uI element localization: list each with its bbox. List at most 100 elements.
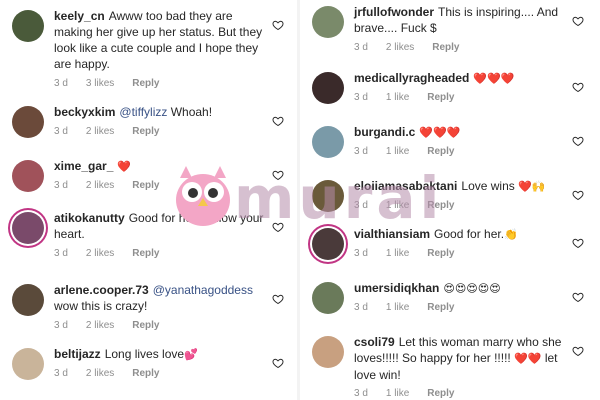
avatar[interactable] bbox=[12, 10, 44, 42]
likes-count[interactable]: 1 like bbox=[386, 248, 409, 259]
avatar[interactable] bbox=[12, 284, 44, 316]
emoji: ❤️❤️❤️ bbox=[419, 126, 461, 139]
like-heart-icon[interactable] bbox=[272, 356, 284, 369]
reply-button[interactable]: Reply bbox=[432, 42, 459, 53]
comment-time: 3 d bbox=[54, 248, 68, 259]
comment-text: Good for her. bbox=[434, 227, 505, 241]
comment-time: 3 d bbox=[54, 368, 68, 379]
likes-count[interactable]: 2 likes bbox=[86, 248, 114, 259]
likes-count[interactable]: 1 like bbox=[386, 302, 409, 313]
like-heart-icon[interactable] bbox=[572, 344, 584, 357]
likes-count[interactable]: 1 like bbox=[386, 92, 409, 103]
avatar[interactable] bbox=[12, 212, 44, 244]
comment-time: 3 d bbox=[354, 146, 368, 157]
comment-meta: 3 d 1 like Reply bbox=[354, 388, 473, 399]
like-heart-icon[interactable] bbox=[572, 134, 584, 147]
comment-time: 3 d bbox=[354, 302, 368, 313]
comment-username[interactable]: xime_gar_ bbox=[54, 159, 113, 173]
comment-meta: 3 d 2 likes Reply bbox=[54, 368, 178, 379]
comment-username[interactable]: keely_cn bbox=[54, 9, 105, 23]
likes-count[interactable]: 2 likes bbox=[386, 42, 414, 53]
avatar[interactable] bbox=[12, 106, 44, 138]
likes-count[interactable]: 1 like bbox=[386, 146, 409, 157]
comment-username[interactable]: umersidiqkhan bbox=[354, 281, 439, 295]
comment-meta: 3 d 1 like Reply bbox=[354, 248, 473, 259]
reply-button[interactable]: Reply bbox=[132, 126, 159, 137]
mention-link[interactable]: @yanathagoddess bbox=[153, 283, 253, 297]
comment-text: Long lives love bbox=[104, 347, 185, 361]
comment-time: 3 d bbox=[54, 180, 68, 191]
avatar[interactable] bbox=[312, 336, 344, 368]
reply-button[interactable]: Reply bbox=[427, 388, 454, 399]
reply-button[interactable]: Reply bbox=[132, 368, 159, 379]
comment-username[interactable]: burgandi.c bbox=[354, 125, 415, 139]
emoji: ❤️❤️ bbox=[514, 352, 542, 365]
comment-body: csoli79 Let this woman marry who she love… bbox=[354, 334, 572, 383]
owl-logo-icon bbox=[176, 166, 230, 226]
comment-meta: 3 d 3 likes Reply bbox=[54, 78, 178, 89]
comment-time: 3 d bbox=[354, 248, 368, 259]
reply-button[interactable]: Reply bbox=[427, 146, 454, 157]
comment-username[interactable]: beckyxkim bbox=[54, 105, 115, 119]
comment-username[interactable]: csoli79 bbox=[354, 335, 395, 349]
emoji: 😍😍😍😍😍 bbox=[443, 282, 501, 295]
avatar[interactable] bbox=[12, 160, 44, 192]
like-heart-icon[interactable] bbox=[272, 292, 284, 305]
avatar[interactable] bbox=[312, 282, 344, 314]
emoji: ❤️ bbox=[117, 160, 132, 173]
comment-body: beltijazz Long lives love💕 bbox=[54, 346, 272, 363]
likes-count[interactable]: 1 like bbox=[386, 388, 409, 399]
watermark: murai bbox=[172, 162, 439, 232]
avatar[interactable] bbox=[312, 6, 344, 38]
likes-count[interactable]: 2 likes bbox=[86, 320, 114, 331]
comment-time: 3 d bbox=[354, 92, 368, 103]
reply-button[interactable]: Reply bbox=[132, 180, 159, 191]
comment-body: jrfullofwonder This is inspiring.... And … bbox=[354, 4, 572, 36]
comment-username[interactable]: arlene.cooper.73 bbox=[54, 283, 149, 297]
reply-button[interactable]: Reply bbox=[427, 92, 454, 103]
like-heart-icon[interactable] bbox=[272, 114, 284, 127]
reply-button[interactable]: Reply bbox=[132, 248, 159, 259]
avatar[interactable] bbox=[312, 228, 344, 260]
like-heart-icon[interactable] bbox=[572, 80, 584, 93]
like-heart-icon[interactable] bbox=[572, 188, 584, 201]
comment-meta: 3 d 1 like Reply bbox=[354, 146, 473, 157]
emoji: ❤️🙌 bbox=[518, 180, 546, 193]
comment-meta: 3 d 1 like Reply bbox=[354, 92, 473, 103]
comment-body: arlene.cooper.73 @yanathagoddess wow this… bbox=[54, 282, 272, 314]
watermark-text: murai bbox=[234, 164, 444, 232]
like-heart-icon[interactable] bbox=[572, 236, 584, 249]
comment-time: 3 d bbox=[54, 126, 68, 137]
comment-meta: 3 d 2 likes Reply bbox=[54, 180, 178, 191]
comment-username[interactable]: beltijazz bbox=[54, 347, 101, 361]
likes-count[interactable]: 2 likes bbox=[86, 180, 114, 191]
comment-username[interactable]: atikokanutty bbox=[54, 211, 125, 225]
comment-meta: 3 d 2 likes Reply bbox=[54, 320, 178, 331]
like-heart-icon[interactable] bbox=[572, 14, 584, 27]
comment-text: Love wins bbox=[461, 179, 519, 193]
comment-text: wow this is crazy! bbox=[54, 299, 148, 313]
avatar[interactable] bbox=[312, 72, 344, 104]
reply-button[interactable]: Reply bbox=[427, 248, 454, 259]
comment-username[interactable]: jrfullofwonder bbox=[354, 5, 434, 19]
comment-body: keely_cn Awww too bad they are making her… bbox=[54, 8, 272, 72]
comment-meta: 3 d 2 likes Reply bbox=[54, 126, 178, 137]
comment-meta: 3 d 2 likes Reply bbox=[354, 42, 478, 53]
reply-button[interactable]: Reply bbox=[427, 302, 454, 313]
avatar[interactable] bbox=[312, 126, 344, 158]
comment-meta: 3 d 2 likes Reply bbox=[54, 248, 178, 259]
comment-body: beckyxkim @tiffylizz Whoah! bbox=[54, 104, 272, 120]
reply-button[interactable]: Reply bbox=[132, 78, 159, 89]
like-heart-icon[interactable] bbox=[572, 290, 584, 303]
like-heart-icon[interactable] bbox=[272, 18, 284, 31]
comment-username[interactable]: medicallyragheaded bbox=[354, 71, 469, 85]
mention-link[interactable]: @tiffylizz bbox=[119, 105, 167, 119]
avatar[interactable] bbox=[12, 348, 44, 380]
emoji: 💕 bbox=[184, 348, 198, 361]
reply-button[interactable]: Reply bbox=[132, 320, 159, 331]
likes-count[interactable]: 2 likes bbox=[86, 126, 114, 137]
comment-time: 3 d bbox=[354, 388, 368, 399]
comment-meta: 3 d 1 like Reply bbox=[354, 302, 473, 313]
likes-count[interactable]: 3 likes bbox=[86, 78, 114, 89]
likes-count[interactable]: 2 likes bbox=[86, 368, 114, 379]
